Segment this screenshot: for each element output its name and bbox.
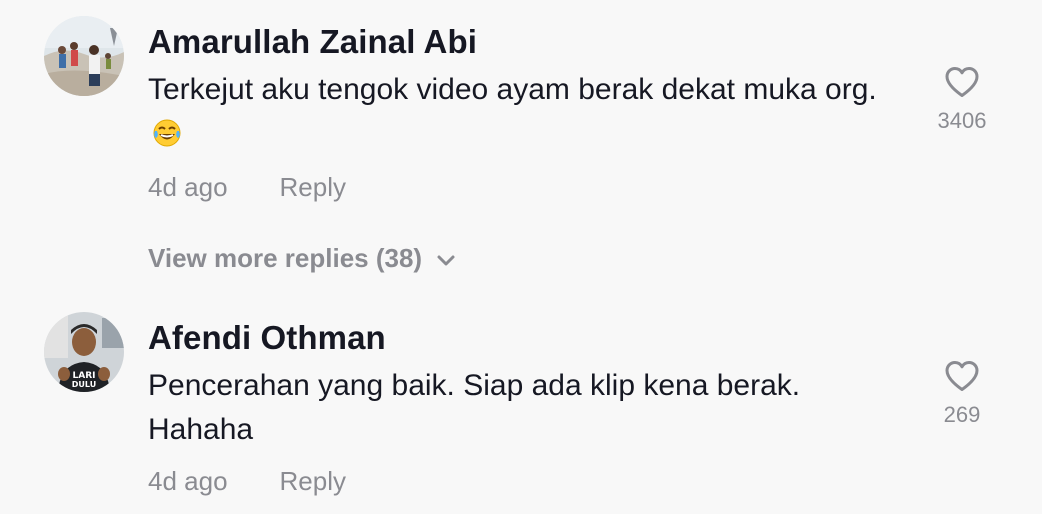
avatar[interactable] [44,16,124,96]
comment-text: Terkejut aku tengok video ayam berak dek… [148,68,878,156]
laughing-tears-emoji-icon [153,119,181,147]
timestamp: 4d ago [148,172,228,202]
reply-button[interactable]: Reply [280,466,346,496]
heart-icon[interactable] [944,66,980,98]
timestamp: 4d ago [148,466,228,496]
heart-icon[interactable] [944,360,980,392]
reply-button[interactable]: Reply [280,172,346,202]
comment-meta: 4d ago Reply [148,172,346,203]
like-count: 269 [943,402,981,427]
username[interactable]: Afendi Othman [148,318,386,358]
avatar-photo: LARI DULU [44,312,124,392]
comment-text: Pencerahan yang baik. Siap ada klip kena… [148,369,801,446]
like-count: 3406 [937,108,987,133]
comment-text-content: Terkejut aku tengok video ayam berak dek… [148,73,877,106]
avatar-photo [44,16,124,96]
comment-meta: 4d ago Reply [148,466,346,497]
view-more-replies-button[interactable]: View more replies (38) [148,243,456,274]
shirt-print: DULU [72,380,96,389]
view-more-label: View more replies (38) [148,243,423,273]
chevron-down-icon [437,255,455,265]
username[interactable]: Amarullah Zainal Abi [148,22,477,62]
avatar[interactable]: LARI DULU [44,312,124,392]
comment-item: LARI DULU Afendi Othman Pencerahan yang … [0,296,1042,514]
like-button[interactable]: 3406 [920,66,1004,134]
comment-item: Amarullah Zainal Abi Terkejut aku tengok… [0,0,1042,273]
like-button[interactable]: 269 [920,360,1004,428]
